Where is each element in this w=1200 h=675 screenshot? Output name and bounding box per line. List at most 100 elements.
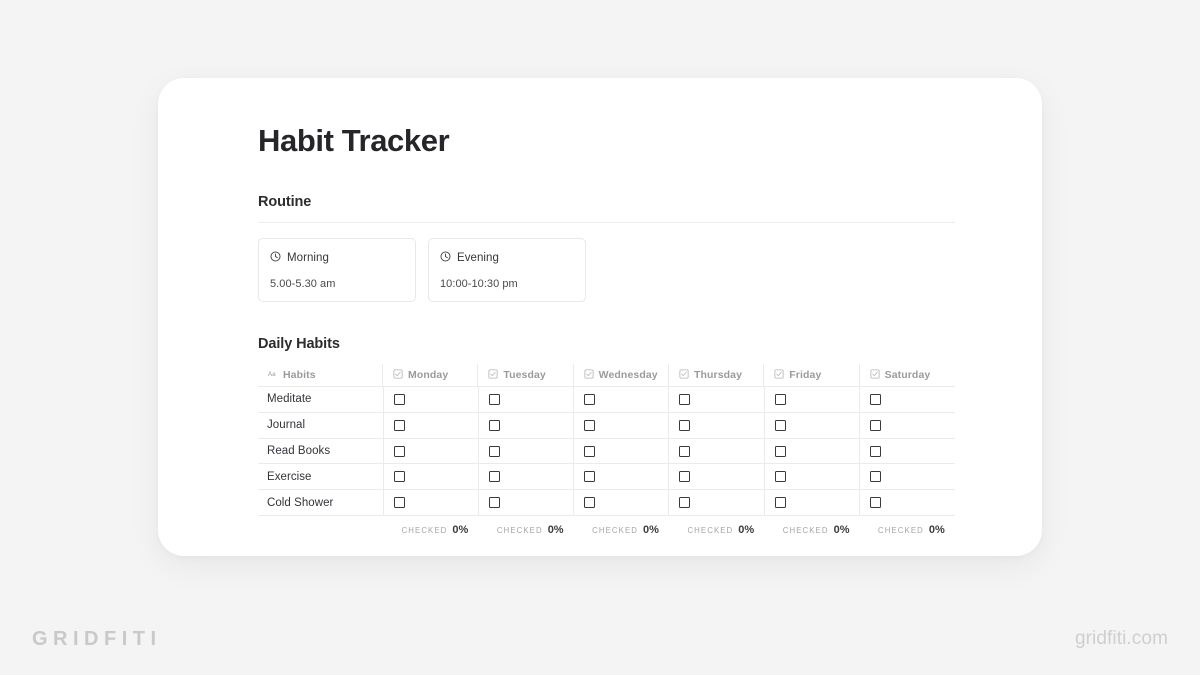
checkbox-unchecked-icon[interactable] bbox=[393, 419, 405, 431]
checkbox-unchecked-icon[interactable] bbox=[584, 497, 596, 509]
checkbox-unchecked-icon[interactable] bbox=[584, 471, 596, 483]
checkbox-unchecked-icon[interactable] bbox=[488, 419, 500, 431]
column-header-wednesday[interactable]: Wednesday bbox=[572, 364, 669, 388]
column-header-tuesday[interactable]: Tuesday bbox=[477, 364, 574, 388]
table-header: Aa Habits Monday Tuesday Wednesday Thurs… bbox=[258, 364, 955, 388]
habit-checkbox-cell[interactable] bbox=[668, 386, 765, 413]
habit-checkbox-cell[interactable] bbox=[477, 489, 574, 517]
checkbox-unchecked-icon[interactable] bbox=[774, 471, 786, 483]
table-row: Journal bbox=[258, 411, 955, 439]
summary-cell-saturday[interactable]: CHECKED 0% bbox=[859, 516, 954, 544]
summary-cell-wednesday[interactable]: CHECKED 0% bbox=[574, 516, 669, 544]
habit-checkbox-cell[interactable] bbox=[477, 386, 574, 413]
habit-checkbox-cell[interactable] bbox=[573, 489, 669, 517]
checkbox-unchecked-icon[interactable] bbox=[679, 497, 691, 509]
checkbox-unchecked-icon[interactable] bbox=[679, 419, 691, 431]
habit-checkbox-cell[interactable] bbox=[382, 489, 479, 517]
checkbox-unchecked-icon[interactable] bbox=[870, 445, 882, 457]
table-row: Exercise bbox=[258, 463, 955, 491]
checkbox-unchecked-icon[interactable] bbox=[393, 445, 405, 457]
text-type-icon: Aa bbox=[267, 366, 278, 384]
checkbox-unchecked-icon[interactable] bbox=[774, 445, 786, 457]
habit-checkbox-cell[interactable] bbox=[477, 463, 574, 491]
daily-habits-heading: Daily Habits bbox=[258, 336, 340, 353]
habit-checkbox-cell[interactable] bbox=[573, 411, 669, 439]
habit-checkbox-cell[interactable] bbox=[382, 463, 479, 491]
checkbox-unchecked-icon[interactable] bbox=[393, 497, 405, 509]
summary-value: 0% bbox=[452, 524, 469, 537]
summary-cell-thursday[interactable]: CHECKED 0% bbox=[669, 516, 764, 544]
habit-checkbox-cell[interactable] bbox=[859, 411, 955, 439]
summary-label: CHECKED bbox=[401, 525, 448, 535]
habit-checkbox-cell[interactable] bbox=[763, 489, 860, 517]
habit-name-cell[interactable]: Read Books bbox=[258, 437, 384, 465]
column-header-habits[interactable]: Aa Habits bbox=[258, 364, 384, 388]
column-header-friday[interactable]: Friday bbox=[763, 364, 860, 388]
habit-checkbox-cell[interactable] bbox=[859, 489, 955, 517]
clock-icon bbox=[270, 249, 281, 267]
habit-checkbox-cell[interactable] bbox=[573, 386, 669, 413]
gridfiti-website: gridfiti.com bbox=[1074, 628, 1168, 649]
habit-checkbox-cell[interactable] bbox=[763, 463, 860, 491]
habit-checkbox-cell[interactable] bbox=[859, 386, 955, 413]
table-row: Cold Shower bbox=[258, 489, 955, 517]
habit-checkbox-cell[interactable] bbox=[763, 437, 860, 465]
checkbox-unchecked-icon[interactable] bbox=[488, 497, 500, 509]
habit-checkbox-cell[interactable] bbox=[763, 411, 860, 439]
habit-checkbox-cell[interactable] bbox=[859, 463, 955, 491]
habit-checkbox-cell[interactable] bbox=[668, 463, 765, 491]
checkbox-unchecked-icon[interactable] bbox=[774, 497, 786, 509]
column-header-saturday[interactable]: Saturday bbox=[858, 364, 955, 388]
checkbox-unchecked-icon[interactable] bbox=[584, 445, 596, 457]
habit-checkbox-cell[interactable] bbox=[668, 489, 765, 517]
column-header-label: Habits bbox=[283, 369, 316, 382]
habit-tracker-card: Habit Tracker Routine Morning 5.00-5.30 … bbox=[158, 78, 1042, 556]
habit-checkbox-cell[interactable] bbox=[668, 411, 765, 439]
habit-checkbox-cell[interactable] bbox=[668, 437, 765, 465]
habit-checkbox-cell[interactable] bbox=[382, 437, 479, 465]
checkbox-unchecked-icon[interactable] bbox=[774, 393, 786, 405]
habit-name-cell[interactable]: Cold Shower bbox=[258, 489, 384, 517]
habit-checkbox-cell[interactable] bbox=[382, 411, 479, 439]
checkbox-unchecked-icon[interactable] bbox=[584, 419, 596, 431]
page-title: Habit Tracker bbox=[258, 123, 450, 158]
habit-name-cell[interactable]: Meditate bbox=[258, 386, 384, 413]
summary-value: 0% bbox=[833, 524, 850, 537]
column-header-thursday[interactable]: Thursday bbox=[667, 364, 765, 388]
checkbox-unchecked-icon[interactable] bbox=[584, 393, 596, 405]
summary-value: 0% bbox=[642, 524, 659, 537]
habit-name-cell[interactable]: Exercise bbox=[258, 463, 384, 491]
checkbox-unchecked-icon[interactable] bbox=[870, 419, 882, 431]
habit-checkbox-cell[interactable] bbox=[859, 437, 955, 465]
habit-checkbox-cell[interactable] bbox=[573, 437, 669, 465]
routine-card-morning[interactable]: Morning 5.00-5.30 am bbox=[258, 238, 416, 303]
habit-name-cell[interactable]: Journal bbox=[258, 411, 384, 439]
habit-checkbox-cell[interactable] bbox=[763, 386, 860, 413]
habit-checkbox-cell[interactable] bbox=[573, 463, 669, 491]
checkbox-unchecked-icon[interactable] bbox=[870, 497, 882, 509]
column-header-label: Tuesday bbox=[503, 369, 546, 382]
habit-checkbox-cell[interactable] bbox=[477, 437, 574, 465]
summary-label: CHECKED bbox=[878, 525, 924, 535]
habit-checkbox-cell[interactable] bbox=[382, 386, 479, 413]
checkbox-unchecked-icon[interactable] bbox=[870, 471, 882, 483]
table-header-row: Aa Habits Monday Tuesday Wednesday Thurs… bbox=[258, 364, 955, 388]
checkbox-unchecked-icon[interactable] bbox=[774, 419, 786, 431]
routine-time: 10:00-10:30 pm bbox=[440, 278, 518, 291]
checkbox-unchecked-icon[interactable] bbox=[488, 445, 500, 457]
summary-cell-tuesday[interactable]: CHECKED 0% bbox=[478, 516, 573, 544]
routine-card-evening[interactable]: Evening 10:00-10:30 pm bbox=[428, 238, 586, 303]
checkbox-unchecked-icon[interactable] bbox=[393, 393, 405, 405]
column-header-monday[interactable]: Monday bbox=[382, 364, 479, 388]
summary-cell-friday[interactable]: CHECKED 0% bbox=[764, 516, 859, 544]
habit-checkbox-cell[interactable] bbox=[477, 411, 574, 439]
checkbox-unchecked-icon[interactable] bbox=[679, 471, 691, 483]
checkbox-type-icon bbox=[393, 366, 403, 384]
checkbox-unchecked-icon[interactable] bbox=[679, 445, 691, 457]
summary-cell-monday[interactable]: CHECKED 0% bbox=[383, 516, 478, 544]
checkbox-unchecked-icon[interactable] bbox=[679, 393, 691, 405]
checkbox-unchecked-icon[interactable] bbox=[870, 393, 882, 405]
checkbox-unchecked-icon[interactable] bbox=[488, 471, 500, 483]
checkbox-unchecked-icon[interactable] bbox=[393, 471, 405, 483]
checkbox-unchecked-icon[interactable] bbox=[488, 393, 500, 405]
